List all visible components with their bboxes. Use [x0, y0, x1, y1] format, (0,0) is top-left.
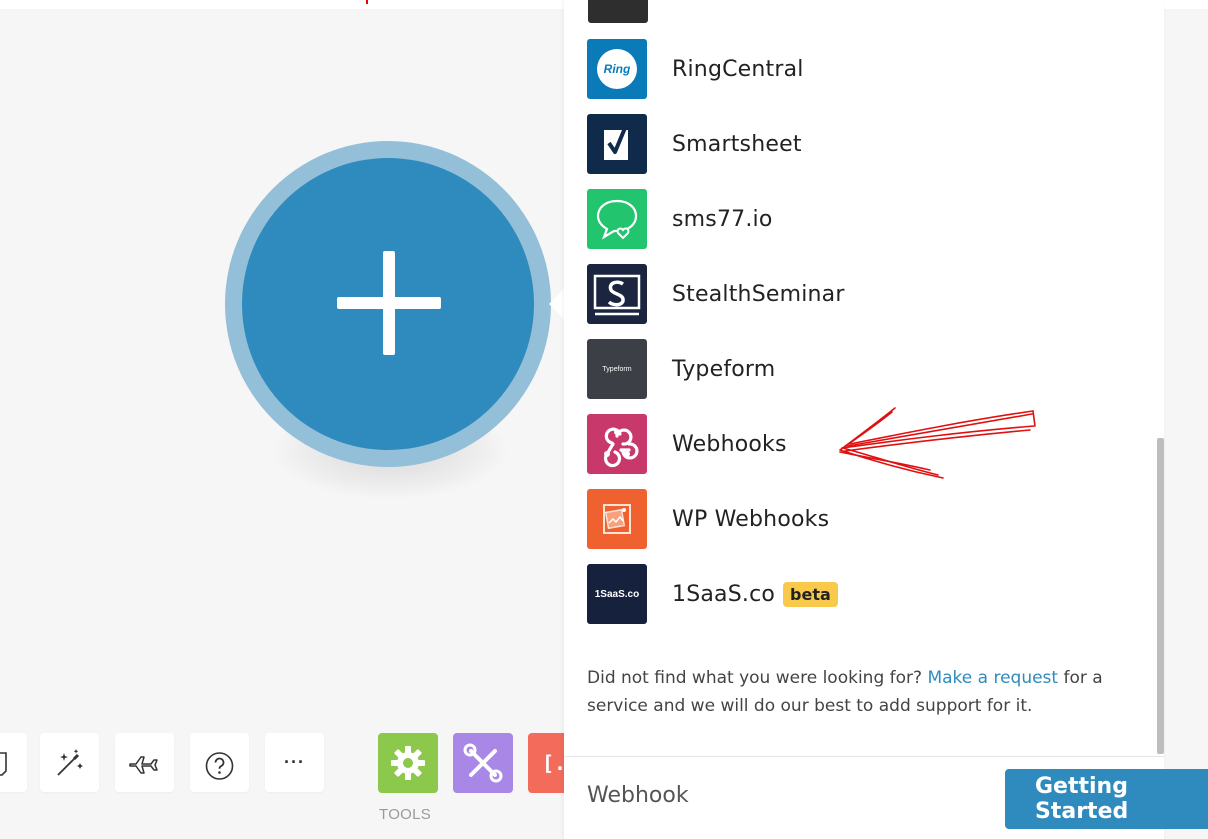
- more-icon: ···: [284, 752, 305, 772]
- 1saas-icon: 1SaaS.co: [587, 564, 647, 624]
- panel-divider: [564, 756, 1164, 757]
- magic-wand-icon: [57, 749, 83, 776]
- make-request-link[interactable]: Make a request: [927, 668, 1058, 688]
- tools-gear-button[interactable]: [378, 733, 438, 793]
- auto-align-button[interactable]: [40, 733, 99, 792]
- app-item-1saas[interactable]: 1SaaS.co 1SaaS.co beta: [587, 564, 1147, 624]
- tools-wrench-button[interactable]: [453, 733, 513, 793]
- getting-started-button[interactable]: Getting Started: [1005, 769, 1208, 829]
- help-button[interactable]: [190, 733, 249, 792]
- tools-label: TOOLS: [379, 806, 432, 823]
- help-icon: [205, 752, 234, 780]
- notes-icon: [0, 752, 7, 776]
- app-item-sms77[interactable]: sms77.io: [587, 189, 1147, 249]
- app-item-smartsheet[interactable]: Smartsheet: [587, 114, 1147, 174]
- typeform-icon: Typeform: [587, 339, 647, 399]
- app-item-ringcentral[interactable]: Ring RingCentral: [587, 39, 1147, 99]
- app-item-typeform[interactable]: Typeform Typeform: [587, 339, 1147, 399]
- search-input[interactable]: Webhook: [587, 783, 689, 808]
- smartsheet-icon: [587, 114, 647, 174]
- app-item-stealthseminar[interactable]: StealthSeminar: [587, 264, 1147, 324]
- app-name: Webhooks: [672, 431, 787, 457]
- not-found-text: Did not find what you were looking for? …: [587, 664, 1127, 720]
- webhooks-icon: [587, 414, 647, 474]
- app-item-webhooks[interactable]: Webhooks: [587, 414, 1147, 474]
- text-parser-button[interactable]: [.: [528, 733, 567, 793]
- 1saas-icon-text: 1SaaS.co: [594, 588, 640, 600]
- not-found-prefix: Did not find what you were looking for?: [587, 668, 928, 688]
- app-name: RingCentral: [672, 56, 804, 82]
- gear-icon: [391, 746, 425, 780]
- beta-badge: beta: [783, 581, 838, 607]
- ringcentral-icon-text: Ring: [603, 62, 631, 76]
- app-name: sms77.io: [672, 206, 773, 232]
- sms77-icon: [587, 189, 647, 249]
- scrollbar[interactable]: [1157, 438, 1164, 754]
- tools-icon: [463, 743, 503, 783]
- annotation-mark: [366, 0, 368, 4]
- wp-webhooks-icon: [587, 489, 647, 549]
- plus-icon-vertical: [383, 251, 395, 355]
- airplane-icon: [129, 756, 158, 774]
- app-name: Typeform: [672, 356, 776, 382]
- stealthseminar-icon: [587, 264, 647, 324]
- typeform-icon-text: Typeform: [602, 365, 632, 373]
- app-item-wp-webhooks[interactable]: WP Webhooks: [587, 489, 1147, 549]
- panel-pointer: [549, 288, 565, 320]
- app-name: StealthSeminar: [672, 281, 845, 307]
- app-icon-partial: [588, 0, 648, 23]
- explain-flow-button[interactable]: [115, 733, 174, 792]
- more-button[interactable]: ···: [265, 733, 324, 792]
- app-name: WP Webhooks: [672, 506, 830, 532]
- app-name: Smartsheet: [672, 131, 802, 157]
- notes-button[interactable]: [0, 733, 27, 792]
- ringcentral-icon: Ring: [587, 39, 647, 99]
- app-name: 1SaaS.co: [672, 581, 776, 607]
- text-parser-icon: [.: [542, 751, 567, 775]
